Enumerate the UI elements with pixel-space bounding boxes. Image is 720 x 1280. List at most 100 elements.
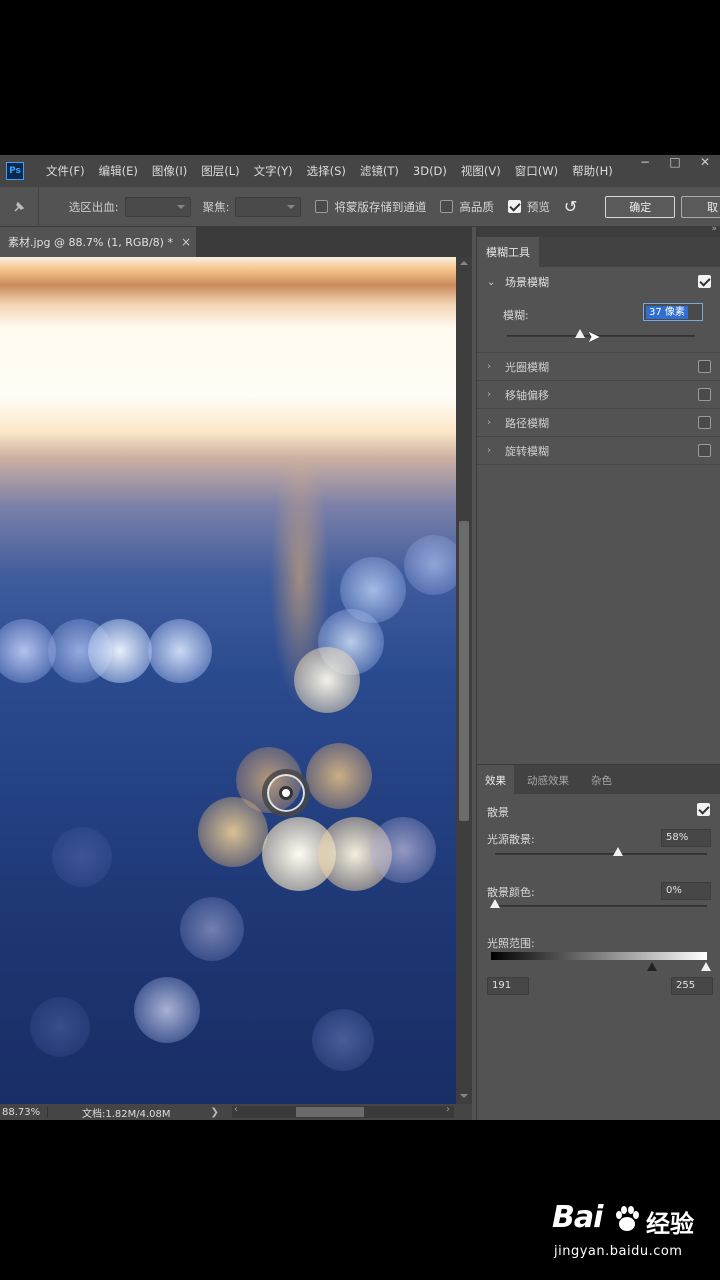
blur-item-spin[interactable]: › 旋转模糊 [477,437,720,465]
save-mask-label: 将蒙版存储到通道 [334,199,427,214]
scene-blur-label: 场景模糊 [505,276,549,289]
bokeh-light [312,1009,374,1071]
pin-tool-icon[interactable] [0,186,39,227]
document-tab[interactable]: 素材.jpg @ 88.7% (1, RGB/8) * × [0,227,196,257]
menu-type[interactable]: 文字(Y) [254,163,293,179]
scroll-right-icon[interactable]: › [446,1104,450,1115]
scroll-up-icon[interactable] [460,257,468,265]
bokeh-light [88,619,152,683]
scene-blur-section: ⌄ 场景模糊 模糊: 37 像素 ➤ [477,267,720,353]
light-range-low-input[interactable]: 191 [487,977,529,995]
tilt-shift-checkbox[interactable] [698,388,711,401]
minimize-icon[interactable]: − [630,155,660,171]
window-controls: − □ ✕ [630,155,720,171]
bokeh-light [52,827,112,887]
bokeh-light [370,817,436,883]
blur-amount-slider-thumb[interactable] [575,329,586,338]
bokeh-light [294,647,360,713]
expand-chevron-icon[interactable]: › [487,417,497,428]
close-tab-icon[interactable]: × [181,235,191,249]
expand-chevron-icon[interactable]: ⌄ [487,277,497,288]
menu-file[interactable]: 文件(F) [46,163,85,179]
menu-view[interactable]: 视图(V) [461,163,501,179]
light-bokeh-input[interactable]: 58% [661,829,711,847]
close-window-icon[interactable]: ✕ [690,155,720,171]
tab-motion-effects[interactable]: 动感效果 [519,765,577,795]
output-select[interactable] [124,196,191,217]
light-range-low-thumb[interactable] [647,962,657,971]
spin-blur-checkbox[interactable] [698,444,711,457]
tab-blur-tools[interactable]: 模糊工具 [477,237,539,267]
scene-blur-checkbox[interactable] [698,275,711,288]
baidu-paw-icon [616,1206,639,1231]
cancel-button[interactable]: 取 [681,195,720,218]
menu-window[interactable]: 窗口(W) [515,163,558,179]
blur-pin-center[interactable] [279,786,293,800]
scroll-left-icon[interactable]: ‹ [234,1104,238,1115]
baidu-jingyan-watermark: Bai 经验 jingyan.baidu.com [552,1200,712,1270]
image-canvas[interactable] [0,257,456,1104]
light-range-high-input[interactable]: 255 [671,977,713,995]
vertical-scrollbar[interactable] [456,257,472,1104]
tab-effects[interactable]: 效果 [477,765,514,795]
output-label: 选区出血: [68,199,119,214]
light-range-high-thumb[interactable] [701,962,711,971]
preview-checkbox[interactable]: 预览 [507,199,550,215]
blur-amount-slider[interactable] [507,335,695,337]
scroll-down-icon[interactable] [460,1094,468,1102]
bokeh-checkbox[interactable] [697,803,710,816]
blur-item-path[interactable]: › 路径模糊 [477,409,720,437]
horizontal-scroll-thumb[interactable] [296,1107,364,1117]
collapse-panel-icon[interactable]: » [711,224,717,234]
light-bokeh-slider-thumb[interactable] [612,847,623,856]
iris-blur-checkbox[interactable] [698,360,711,373]
focus-select[interactable] [235,196,302,217]
focus-label: 聚焦: [202,199,230,214]
preview-check-box[interactable] [507,200,521,213]
menu-help[interactable]: 帮助(H) [572,163,613,179]
vertical-scroll-thumb[interactable] [459,521,469,821]
blur-tools-list: ⌄ 场景模糊 模糊: 37 像素 ➤ › 光圈模糊 › 移轴偏移 › 路径模糊 … [477,267,720,465]
reset-pins-icon[interactable]: ↺ [564,197,577,216]
high-quality-checkbox[interactable]: 高品质 [440,199,494,215]
menu-image[interactable]: 图像(I) [152,163,187,179]
high-quality-check-box[interactable] [440,200,454,213]
menu-3d[interactable]: 3D(D) [413,164,447,178]
photoshop-logo: Ps [6,162,24,180]
bokeh-color-slider-thumb[interactable] [490,899,500,908]
expand-chevron-icon[interactable]: › [487,361,497,372]
blur-item-iris[interactable]: › 光圈模糊 [477,353,720,381]
tab-noise[interactable]: 杂色 [583,765,620,795]
save-mask-checkbox[interactable]: 将蒙版存储到通道 [315,199,426,215]
bokeh-color-input[interactable]: 0% [661,882,711,900]
save-mask-check-box[interactable] [315,200,329,213]
horizontal-scrollbar[interactable]: ‹ › [232,1104,454,1118]
bokeh-light [148,619,212,683]
path-blur-checkbox[interactable] [698,416,711,429]
bokeh-light [30,997,90,1057]
menu-filter[interactable]: 滤镜(T) [360,163,399,179]
blur-item-label: 光圈模糊 [505,360,549,374]
canvas-area[interactable] [0,257,472,1104]
blur-item-label: 旋转模糊 [505,444,549,458]
maximize-icon[interactable]: □ [660,155,690,171]
blur-amount-value: 37 像素 [646,306,688,319]
scene-blur-header[interactable]: ⌄ 场景模糊 [477,267,720,297]
blur-amount-input[interactable]: 37 像素 [643,303,703,321]
expand-chevron-icon[interactable]: › [487,389,497,400]
bokeh-color-slider[interactable] [495,905,707,907]
light-bokeh-slider[interactable] [495,853,707,855]
menu-layer[interactable]: 图层(L) [201,163,239,179]
blur-item-tilt-shift[interactable]: › 移轴偏移 [477,381,720,409]
menu-select[interactable]: 选择(S) [307,163,346,179]
menu-edit[interactable]: 编辑(E) [99,163,138,179]
zoom-level[interactable]: 88.73% [0,1106,48,1118]
photoshop-window: Ps 文件(F) 编辑(E) 图像(I) 图层(L) 文字(Y) 选择(S) 滤… [0,155,720,1120]
light-range-gradient[interactable] [491,952,707,960]
blur-pin-handle[interactable] [262,769,310,817]
effects-tab-bar: 效果 动感效果 杂色 [477,764,720,795]
expand-chevron-icon[interactable]: › [487,445,497,456]
status-menu-icon[interactable]: ❯ [211,1107,219,1118]
ok-button[interactable]: 确定 [605,195,676,218]
options-bar: 选区出血: 聚焦: 将蒙版存储到通道 高品质 预览 ↺ 确定 取 [0,186,720,227]
